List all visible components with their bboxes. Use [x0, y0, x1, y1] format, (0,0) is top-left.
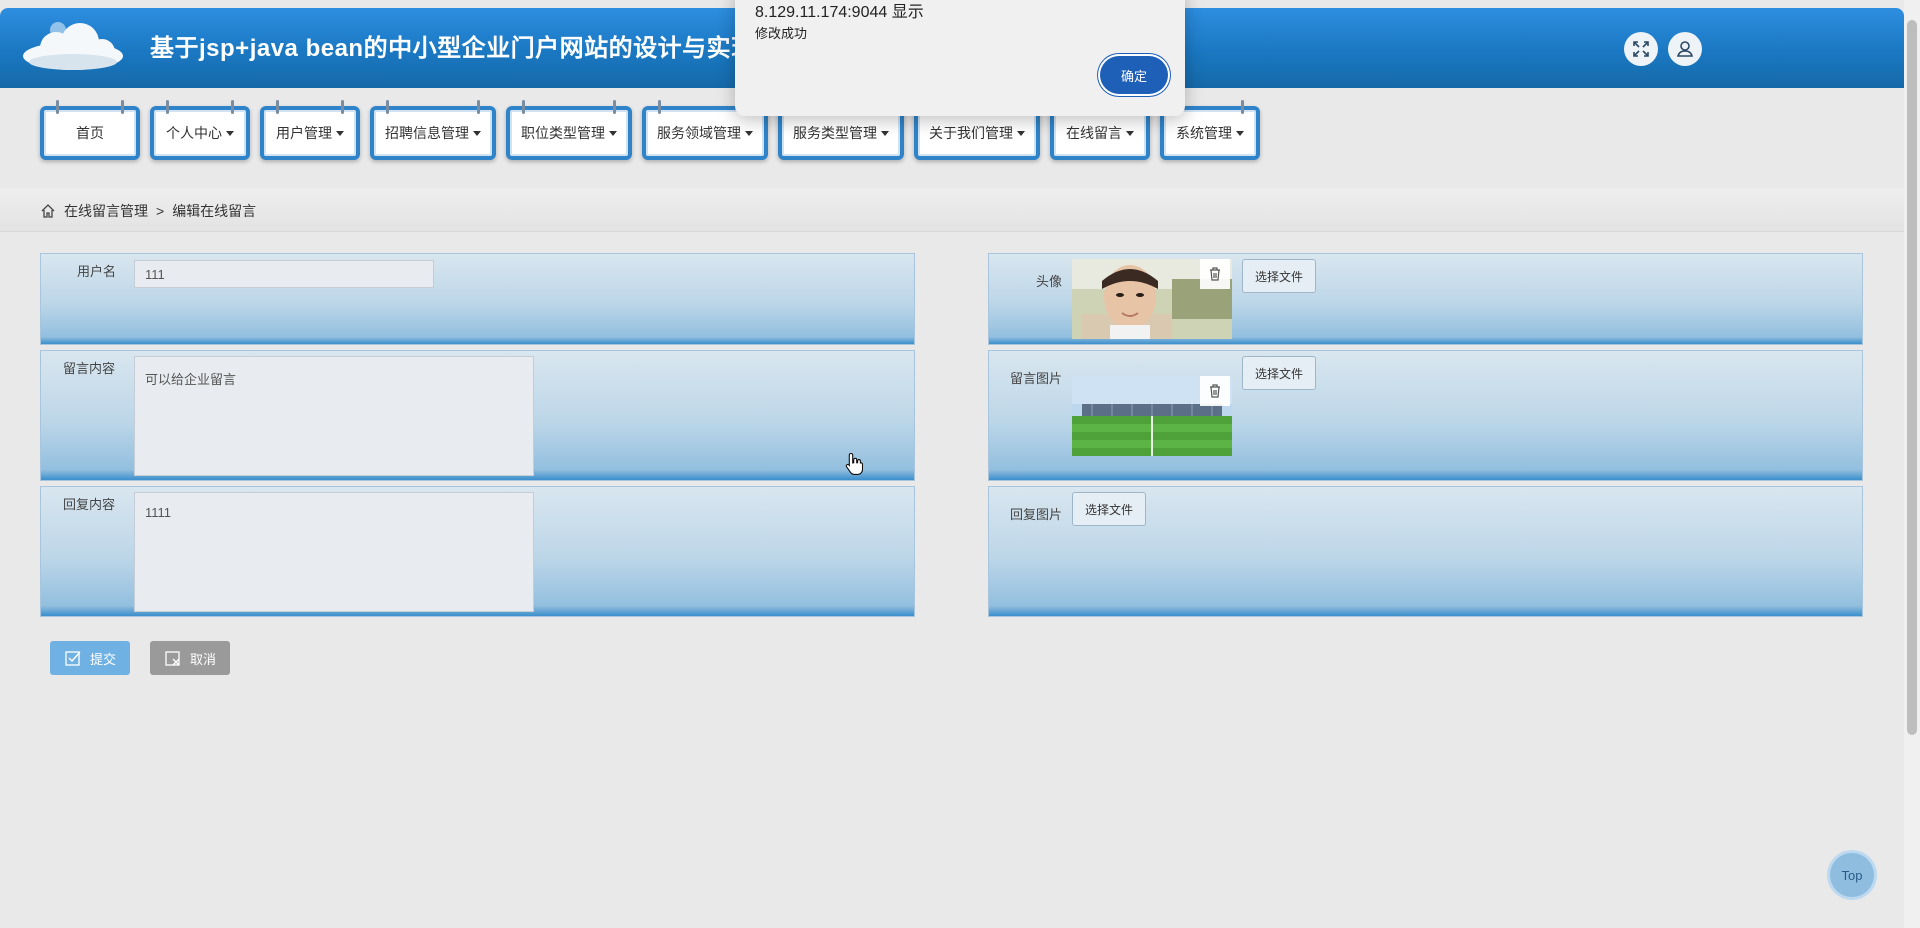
nav-label: 服务类型管理 — [793, 125, 877, 141]
username-input[interactable]: 111 — [134, 260, 434, 288]
cloud-logo-icon — [23, 22, 123, 70]
page-scrollbar[interactable] — [1904, 0, 1920, 928]
breadcrumb-bar: 在线留言管理 > 编辑在线留言 — [0, 188, 1904, 232]
dialog-origin: 8.129.11.174:9044 显示 — [755, 4, 924, 21]
message-image — [1072, 376, 1232, 456]
caret-down-icon — [1236, 130, 1244, 136]
submit-button[interactable]: 提交 — [50, 641, 130, 675]
nav-label: 在线留言 — [1066, 125, 1122, 141]
check-square-icon — [65, 651, 81, 666]
nav-label: 首页 — [76, 125, 104, 141]
reply-label: 回复内容 — [63, 497, 116, 512]
nav-label: 职位类型管理 — [521, 125, 605, 141]
caret-down-icon — [336, 130, 344, 136]
caret-down-icon — [473, 130, 481, 136]
breadcrumb-parent[interactable]: 在线留言管理 — [64, 201, 148, 221]
reply-image-label: 回复图片 — [1010, 507, 1063, 522]
reply-image-panel: 回复图片 选择文件 — [988, 486, 1863, 617]
nav-user-management[interactable]: 用户管理 — [260, 100, 360, 160]
reply-panel: 回复内容 1111 — [40, 486, 915, 617]
avatar-choose-file-button[interactable]: 选择文件 — [1242, 259, 1316, 293]
caret-down-icon — [1126, 130, 1134, 136]
nav-recruitment-management[interactable]: 招聘信息管理 — [370, 100, 496, 160]
content-textarea[interactable]: 可以给企业留言 — [134, 356, 534, 476]
breadcrumb: 在线留言管理 > 编辑在线留言 — [40, 201, 256, 221]
dialog-ok-button[interactable]: 确定 — [1100, 56, 1168, 94]
caret-down-icon — [881, 130, 889, 136]
fullscreen-button[interactable] — [1624, 32, 1658, 66]
user-icon — [1676, 41, 1694, 57]
nav-label: 个人中心 — [166, 125, 222, 141]
cancel-label: 取消 — [189, 651, 216, 667]
message-image-label: 留言图片 — [1010, 371, 1063, 386]
nav-label: 系统管理 — [1176, 125, 1232, 141]
reply-image-choose-file-button[interactable]: 选择文件 — [1072, 492, 1146, 526]
cancel-button[interactable]: 取消 — [150, 641, 230, 675]
back-to-top-button[interactable]: Top — [1830, 853, 1874, 897]
expand-icon — [1633, 41, 1649, 57]
delete-message-image-button[interactable] — [1200, 376, 1230, 406]
caret-down-icon — [609, 130, 617, 136]
message-image-panel: 留言图片 选择文件 — [988, 350, 1863, 481]
username-panel: 用户名 111 — [40, 253, 915, 345]
nav-home[interactable]: 首页 — [40, 100, 140, 160]
site-title: 基于jsp+java bean的中小型企业门户网站的设计与实现 — [150, 35, 756, 62]
content-label: 留言内容 — [63, 361, 116, 376]
avatar-label: 头像 — [1036, 274, 1063, 289]
cancel-square-icon — [165, 651, 180, 666]
scrollbar-thumb[interactable] — [1907, 20, 1917, 735]
avatar-panel: 头像 选择文件 — [988, 253, 1863, 345]
trash-icon — [1210, 267, 1220, 281]
nav-label: 关于我们管理 — [929, 125, 1013, 141]
delete-avatar-button[interactable] — [1200, 259, 1230, 289]
nav-label: 招聘信息管理 — [385, 125, 469, 141]
dialog-message: 修改成功 — [755, 26, 808, 41]
nav-label: 服务领域管理 — [657, 125, 741, 141]
caret-down-icon — [1017, 130, 1025, 136]
user-menu-button[interactable] — [1668, 32, 1702, 66]
caret-down-icon — [226, 130, 234, 136]
username-label: 用户名 — [77, 264, 117, 279]
reply-textarea[interactable]: 1111 — [134, 492, 534, 612]
breadcrumb-current: 编辑在线留言 — [172, 203, 257, 219]
hand-cursor-icon — [845, 452, 863, 475]
message-image-choose-file-button[interactable]: 选择文件 — [1242, 356, 1316, 390]
content-panel: 留言内容 可以给企业留言 — [40, 350, 915, 481]
caret-down-icon — [745, 130, 753, 136]
nav-personal-center[interactable]: 个人中心 — [150, 100, 250, 160]
breadcrumb-separator: > — [156, 203, 165, 219]
avatar-image — [1072, 259, 1232, 339]
nav-job-type-management[interactable]: 职位类型管理 — [506, 100, 632, 160]
submit-label: 提交 — [89, 651, 116, 667]
alert-dialog: 8.129.11.174:9044 显示 修改成功 确定 — [735, 0, 1185, 116]
nav-label: 用户管理 — [276, 125, 332, 141]
home-icon[interactable] — [40, 203, 56, 219]
trash-icon — [1210, 384, 1220, 398]
